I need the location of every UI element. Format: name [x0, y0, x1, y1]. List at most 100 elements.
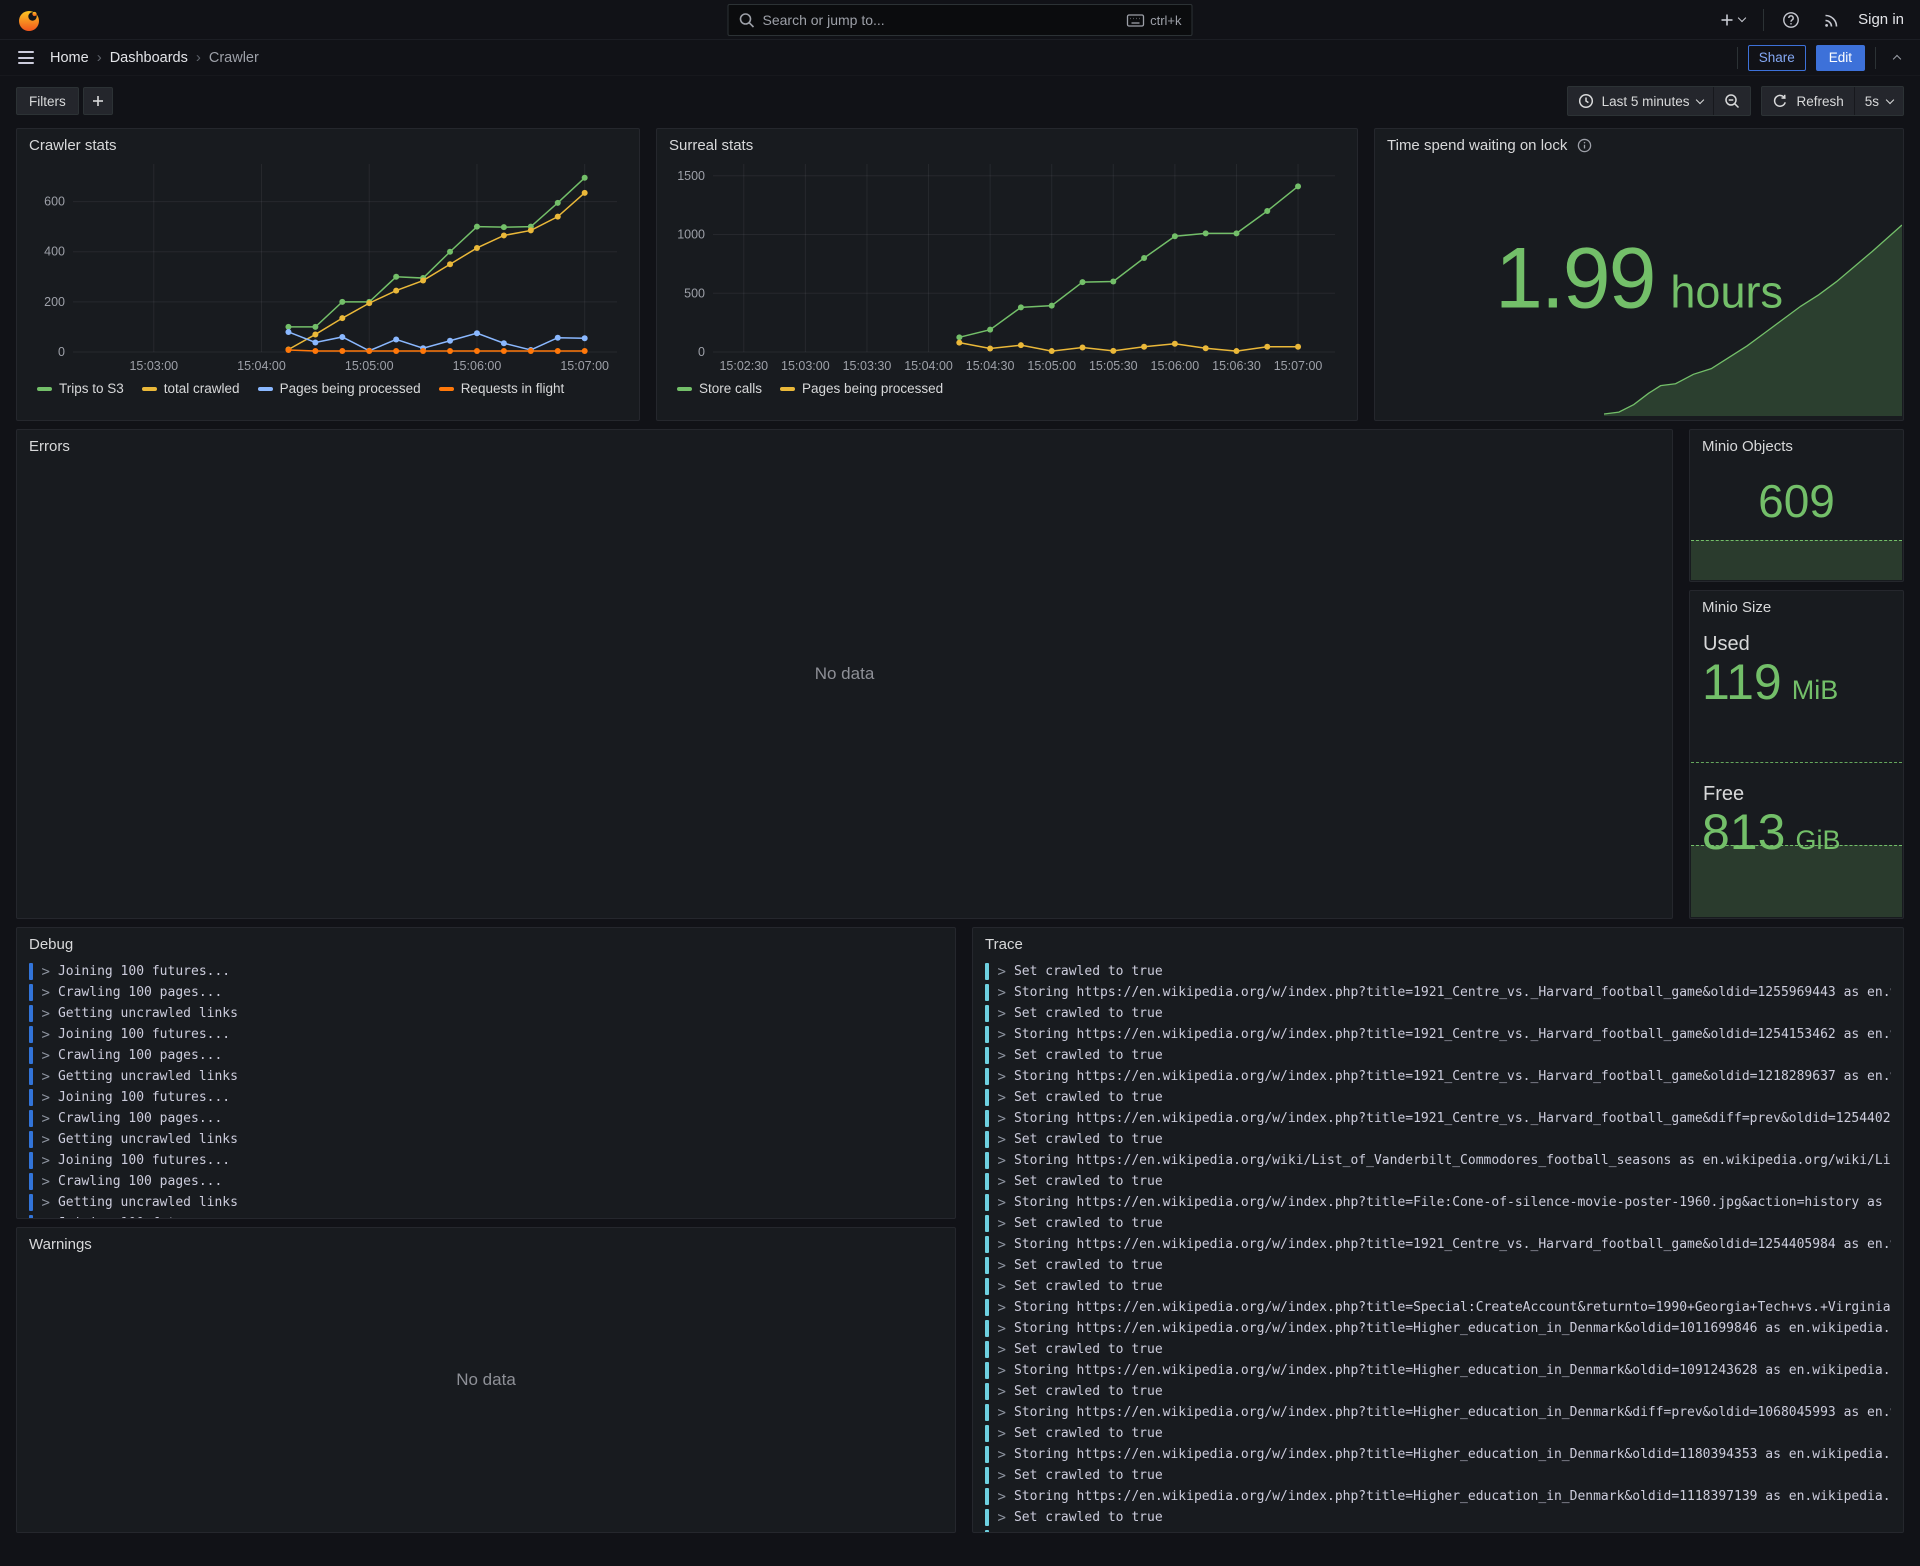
expand-chevron-icon[interactable]: > — [42, 964, 50, 980]
expand-chevron-icon[interactable]: > — [998, 1132, 1006, 1148]
log-line[interactable]: >Storing https://en.wikipedia.org/w/inde… — [985, 982, 1891, 1003]
expand-chevron-icon[interactable]: > — [998, 1153, 1006, 1169]
expand-chevron-icon[interactable]: > — [998, 1489, 1006, 1505]
filters-pill[interactable]: Filters — [16, 87, 79, 115]
expand-chevron-icon[interactable]: > — [998, 1111, 1006, 1127]
panel-title[interactable]: Surreal stats — [669, 137, 1345, 154]
new-button[interactable] — [1715, 8, 1749, 32]
log-line[interactable]: >Set crawled to true — [985, 1129, 1891, 1150]
log-line[interactable]: >Set crawled to true — [985, 1045, 1891, 1066]
expand-chevron-icon[interactable]: > — [998, 1447, 1006, 1463]
expand-chevron-icon[interactable]: > — [998, 1090, 1006, 1106]
expand-chevron-icon[interactable]: > — [998, 1027, 1006, 1043]
expand-chevron-icon[interactable]: > — [998, 1174, 1006, 1190]
panel-title[interactable]: Minio Objects — [1702, 438, 1891, 455]
refresh-interval-picker[interactable]: 5s — [1854, 87, 1903, 115]
expand-chevron-icon[interactable]: > — [998, 1195, 1006, 1211]
log-line[interactable]: >Crawling 100 pages... — [29, 982, 943, 1003]
expand-chevron-icon[interactable]: > — [998, 1531, 1006, 1534]
log-line[interactable]: >Set crawled to true — [985, 1213, 1891, 1234]
expand-chevron-icon[interactable]: > — [998, 1468, 1006, 1484]
expand-chevron-icon[interactable]: > — [998, 985, 1006, 1001]
legend-item[interactable]: Pages being processed — [258, 381, 421, 396]
log-line[interactable]: >Storing https://en.wikipedia.org/w/inde… — [985, 1318, 1891, 1339]
expand-chevron-icon[interactable]: > — [42, 1111, 50, 1127]
expand-chevron-icon[interactable]: > — [998, 1006, 1006, 1022]
expand-chevron-icon[interactable]: > — [998, 1510, 1006, 1526]
surreal-stats-chart[interactable]: 15:02:3015:03:0015:03:3015:04:0015:04:30… — [669, 154, 1345, 376]
log-line[interactable]: >Storing https://en.wikipedia.org/w/inde… — [985, 1486, 1891, 1507]
panel-title[interactable]: Time spend waiting on lock — [1387, 137, 1891, 154]
log-line[interactable]: >Joining 100 futures... — [29, 1213, 943, 1219]
log-line[interactable]: >Set crawled to true — [985, 1087, 1891, 1108]
panel-title[interactable]: Debug — [29, 936, 943, 953]
log-line[interactable]: >Storing https://en.wikipedia.org/w/inde… — [985, 1360, 1891, 1381]
log-line[interactable]: >Crawling 100 pages... — [29, 1108, 943, 1129]
legend-item[interactable]: Store calls — [677, 381, 762, 396]
legend-item[interactable]: total crawled — [142, 381, 240, 396]
expand-chevron-icon[interactable]: > — [42, 1069, 50, 1085]
log-line[interactable]: >Set crawled to true — [985, 1465, 1891, 1486]
expand-chevron-icon[interactable]: > — [42, 1195, 50, 1211]
panel-title[interactable]: Errors — [29, 438, 1660, 455]
log-line[interactable]: >Storing https://en.wikipedia.org/wiki/L… — [985, 1150, 1891, 1171]
expand-chevron-icon[interactable]: > — [42, 1174, 50, 1190]
log-line[interactable]: >Set crawled to true — [985, 1381, 1891, 1402]
log-line[interactable]: >Storing https://en.wikipedia.org/w/inde… — [985, 1297, 1891, 1318]
expand-chevron-icon[interactable]: > — [998, 1405, 1006, 1421]
share-button[interactable]: Share — [1748, 45, 1806, 71]
expand-chevron-icon[interactable]: > — [998, 1216, 1006, 1232]
expand-chevron-icon[interactable]: > — [998, 964, 1006, 980]
info-icon[interactable] — [1577, 138, 1592, 153]
expand-chevron-icon[interactable]: > — [42, 1048, 50, 1064]
log-line[interactable]: >Storing https://en.wikipedia.org/w/inde… — [985, 1402, 1891, 1423]
zoom-out-button[interactable] — [1713, 87, 1750, 115]
expand-chevron-icon[interactable]: > — [42, 1216, 50, 1220]
expand-chevron-icon[interactable]: > — [42, 985, 50, 1001]
log-line[interactable]: >Joining 100 futures... — [29, 1024, 943, 1045]
log-line[interactable]: >Set crawled to true — [985, 1339, 1891, 1360]
panel-title[interactable]: Crawler stats — [29, 137, 627, 154]
legend-item[interactable]: Requests in flight — [439, 381, 565, 396]
expand-chevron-icon[interactable]: > — [998, 1426, 1006, 1442]
log-line[interactable]: >Set crawled to true — [985, 1003, 1891, 1024]
log-line[interactable]: >Set crawled to true — [985, 1255, 1891, 1276]
panel-title[interactable]: Trace — [985, 936, 1891, 953]
log-line[interactable]: >Storing https://en.wikipedia.org/w/inde… — [985, 1528, 1891, 1533]
time-range-picker[interactable]: Last 5 minutes — [1568, 87, 1714, 115]
log-line[interactable]: >Joining 100 futures... — [29, 1150, 943, 1171]
log-line[interactable]: >Storing https://en.wikipedia.org/w/inde… — [985, 1066, 1891, 1087]
expand-chevron-icon[interactable]: > — [42, 1153, 50, 1169]
grafana-logo[interactable] — [16, 7, 42, 33]
expand-chevron-icon[interactable]: > — [42, 1132, 50, 1148]
legend-item[interactable]: Pages being processed — [780, 381, 943, 396]
log-line[interactable]: >Crawling 100 pages... — [29, 1171, 943, 1192]
log-line[interactable]: >Set crawled to true — [985, 1507, 1891, 1528]
log-line[interactable]: >Joining 100 futures... — [29, 961, 943, 982]
add-filter-button[interactable] — [83, 87, 113, 115]
expand-chevron-icon[interactable]: > — [998, 1237, 1006, 1253]
log-line[interactable]: >Set crawled to true — [985, 1423, 1891, 1444]
expand-chevron-icon[interactable]: > — [998, 1258, 1006, 1274]
menu-toggle-button[interactable] — [12, 45, 40, 70]
collapse-toolbar-button[interactable] — [1886, 46, 1908, 69]
search-input[interactable] — [763, 12, 1119, 28]
expand-chevron-icon[interactable]: > — [998, 1342, 1006, 1358]
log-line[interactable]: >Storing https://en.wikipedia.org/w/inde… — [985, 1024, 1891, 1045]
sign-in-link[interactable]: Sign in — [1858, 11, 1904, 28]
log-line[interactable]: >Storing https://en.wikipedia.org/w/inde… — [985, 1192, 1891, 1213]
expand-chevron-icon[interactable]: > — [42, 1006, 50, 1022]
log-line[interactable]: >Joining 100 futures... — [29, 1087, 943, 1108]
global-search[interactable]: ctrl+k — [728, 4, 1193, 36]
breadcrumb-home[interactable]: Home — [50, 50, 89, 66]
expand-chevron-icon[interactable]: > — [998, 1363, 1006, 1379]
expand-chevron-icon[interactable]: > — [42, 1090, 50, 1106]
log-line[interactable]: >Storing https://en.wikipedia.org/w/inde… — [985, 1234, 1891, 1255]
log-line[interactable]: >Storing https://en.wikipedia.org/w/inde… — [985, 1108, 1891, 1129]
edit-button[interactable]: Edit — [1816, 45, 1865, 71]
log-line[interactable]: >Set crawled to true — [985, 1171, 1891, 1192]
news-button[interactable] — [1818, 7, 1844, 33]
log-line[interactable]: >Storing https://en.wikipedia.org/w/inde… — [985, 1444, 1891, 1465]
log-line[interactable]: >Crawling 100 pages... — [29, 1045, 943, 1066]
help-button[interactable] — [1778, 7, 1804, 33]
